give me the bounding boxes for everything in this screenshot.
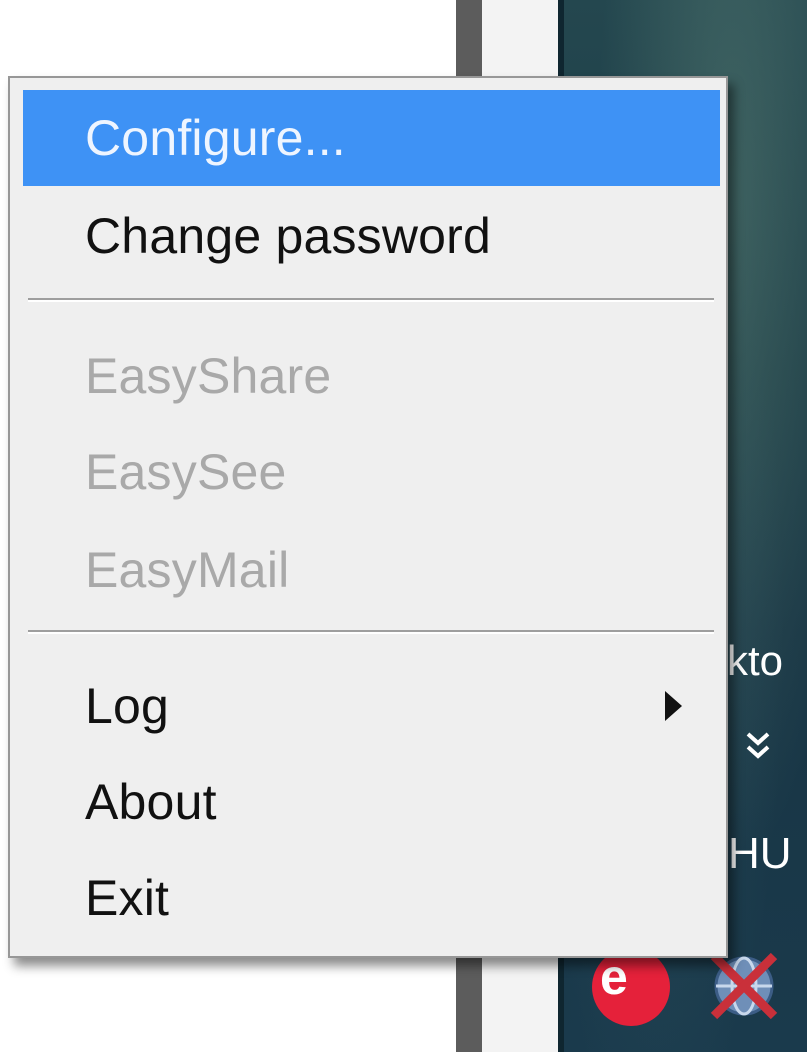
menu-item-about[interactable]: About — [23, 754, 720, 850]
menu-item-label: EasySee — [85, 444, 287, 500]
menu-item-easysee: EasySee — [23, 424, 720, 520]
menu-separator — [28, 630, 714, 634]
menu-item-label: Log — [85, 678, 170, 734]
express-e-icon[interactable]: e — [592, 948, 670, 1026]
menu-item-label: About — [85, 774, 217, 830]
menu-item-label: Configure... — [85, 110, 346, 166]
menu-item-change-password[interactable]: Change password — [23, 188, 720, 284]
menu-item-configure[interactable]: Configure... — [23, 90, 720, 186]
menu-item-label: EasyMail — [85, 542, 290, 598]
menu-item-easymail: EasyMail — [23, 522, 720, 618]
double-chevron-down-icon[interactable] — [740, 728, 776, 764]
menu-separator — [28, 298, 714, 302]
tray-context-menu: Configure... Change password EasyShare E… — [8, 76, 728, 958]
submenu-arrow-icon — [665, 691, 682, 721]
menu-item-label: Exit — [85, 870, 170, 926]
menu-item-easyshare: EasyShare — [23, 328, 720, 424]
menu-item-log[interactable]: Log — [23, 658, 720, 754]
menu-item-label: Change password — [85, 208, 492, 264]
language-indicator[interactable]: HU — [728, 832, 792, 876]
menu-item-exit[interactable]: Exit — [23, 850, 720, 946]
menu-item-label: EasyShare — [85, 348, 332, 404]
